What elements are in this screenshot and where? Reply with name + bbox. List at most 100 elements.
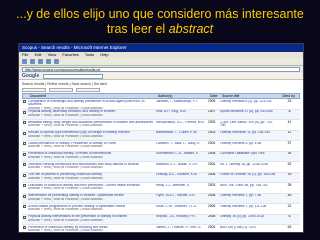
row-authors[interactable]: Reilly, J.J., Methven, E. (155, 183, 207, 193)
row-authors-text[interactable]: Rampersaud, G.C., Pereira, M.A. (156, 121, 206, 125)
row-authors[interactable]: Baranowski, T., Cullen, K.W. (155, 131, 207, 141)
row-authors[interactable]: Doak, C.M., Visscher, T.L.S. (155, 204, 207, 214)
row-source[interactable]: Obesity Reviews 7, pp. 7-66 (219, 194, 279, 204)
back-icon[interactable] (22, 59, 27, 64)
row-authors-text[interactable]: Lindsay, A.C., Sussner, K.M. (156, 173, 206, 177)
row-source-text[interactable]: BMJ 328 (7450), p. 1237 (220, 226, 278, 230)
row-cited-by[interactable]: 23 (279, 99, 300, 109)
row-source[interactable]: Obesity 16 (5), pp. 1009-1018 (219, 215, 279, 225)
google-search-input[interactable] (43, 73, 104, 79)
row-source[interactable]: Obesity Reviews 7, pp. 111-136 (219, 204, 279, 214)
row-action-links[interactable]: Abstract + Refs | View at Publisher | Sh… (28, 135, 154, 139)
row-cited-by[interactable]: 97 (279, 141, 300, 151)
row-source[interactable]: Obesity Reviews 6 (2), pp. 123-132 (219, 99, 279, 109)
row-action-links[interactable]: Abstract + Refs | View at Publisher | Sh… (28, 166, 154, 170)
menu-item[interactable]: View (48, 52, 57, 57)
stop-icon[interactable] (38, 59, 43, 64)
forward-icon[interactable] (30, 59, 35, 64)
header-authors[interactable]: Author(s) (156, 94, 208, 98)
row-source[interactable]: Sports Medicine 37 (6), pp. 533-545 (219, 110, 279, 120)
header-year[interactable]: Date (208, 94, 220, 98)
row-source[interactable]: BMJ 328 (7450), p. 1237 (219, 225, 279, 232)
row-authors-text[interactable]: Janssen, I., Katzmarzyk, P.T. (156, 100, 206, 104)
row-source[interactable]: Obesity Research 11, pp. 235-245 (219, 131, 279, 141)
row-authors[interactable]: James, J., Thomas, P., Kerr, D. (155, 225, 207, 232)
row-source-text[interactable]: Cochrane Database Syst. Rev. (220, 152, 278, 156)
row-action-links[interactable]: Abstract + Refs | View at Publisher | Sh… (28, 124, 154, 128)
row-cited-by[interactable]: 8 (279, 110, 300, 120)
row-authors-text[interactable]: Lobstein, T., Baur, L., Uauy, R. (156, 142, 206, 146)
row-authors-text[interactable]: James, J., Thomas, P., Kerr, D. (156, 226, 206, 230)
row-source-text[interactable]: Obesity Reviews 6 (2), pp. 123-132 (220, 100, 278, 104)
row-authors-text[interactable]: Doak, C.M., Visscher, T.L.S. (156, 205, 206, 209)
row-source-text[interactable]: Obesity Reviews 5, pp. 4-85 (220, 142, 278, 146)
row-cited-by[interactable]: 6 (279, 215, 300, 225)
row-cited-by[interactable]: 52 (279, 162, 300, 172)
row-authors-text[interactable]: Summerbell, C.D., Waters, E. (156, 152, 206, 156)
row-action-links[interactable]: Abstract + Refs | View at Publisher | Sh… (28, 198, 154, 202)
row-action-links[interactable]: Abstract + Refs | View at Publisher | Sh… (28, 187, 154, 191)
row-source-text[interactable]: J. Am. Diet. Assoc. 105 (5), pp. 743-760 (220, 121, 278, 129)
refresh-icon[interactable] (46, 59, 51, 64)
header-cited[interactable]: Cited by (280, 94, 299, 98)
row-action-links[interactable]: Abstract + Refs | View at Publisher | Sh… (28, 177, 154, 181)
filter-select[interactable] (22, 88, 46, 92)
row-source-text[interactable]: Sports Medicine 37 (6), pp. 533-545 (220, 110, 278, 114)
row-authors-text[interactable]: Kropski, J.A., Keckley, P.H. (156, 215, 206, 219)
row-cited-by[interactable]: 28 (279, 183, 300, 193)
menu-item[interactable]: Help (100, 52, 108, 57)
row-action-links[interactable]: Abstract + Refs | View at Publisher | Sh… (28, 229, 154, 232)
row-authors-text[interactable]: Reilly, J.J., Methven, E. (156, 184, 206, 188)
row-source[interactable]: Future of Children 16 (1), pp. 169-186 (219, 173, 279, 183)
menu-item[interactable]: Favorites (62, 52, 78, 57)
row-authors-text[interactable]: Baranowski, T., Cullen, K.W. (156, 131, 206, 135)
row-cited-by[interactable]: 45 (279, 194, 300, 204)
row-source-text[interactable]: Obesity 16 (5), pp. 1009-1018 (220, 215, 278, 219)
row-source-text[interactable]: Int. J. Obesity 28, pp. 1238-1246 (220, 163, 278, 167)
row-cited-by[interactable]: 12 (279, 131, 300, 141)
row-action-links[interactable]: Abstract + Refs | View at Publisher | Sh… (28, 114, 154, 118)
row-source-text[interactable]: Arch. Dis. Child. 88, pp. 748-752 (220, 184, 278, 188)
row-action-links[interactable]: Abstract + Refs | View at Publisher | Sh… (28, 107, 154, 108)
row-source-text[interactable]: Obesity Reviews 7, pp. 7-66 (220, 194, 278, 198)
row-action-links[interactable]: Abstract + Refs | View at Publisher | Sh… (28, 145, 154, 149)
row-action-links[interactable]: Abstract + Refs | View at Publisher | Sh… (28, 156, 154, 160)
row-authors-text[interactable]: Hills, A.P., King, N.A. (156, 110, 206, 114)
row-authors[interactable]: Lobstein, T., Baur, L., Uauy, R. (155, 141, 207, 151)
row-title-link[interactable]: Comparison of overweight and obesity pre… (28, 100, 154, 108)
row-authors[interactable]: Summerbell, C.D., Waters, E. (155, 152, 207, 162)
row-authors[interactable]: Janssen, I., Katzmarzyk, P.T. (155, 99, 207, 109)
row-authors-text[interactable]: Flynn, M.A.T., McNeil, D.A. (156, 194, 206, 198)
address-input[interactable]: http://www.scopus.com/scopus/results/res… (22, 67, 300, 72)
row-source[interactable]: Cochrane Database Syst. Rev. (219, 152, 279, 162)
row-cited-by[interactable]: 41 (279, 120, 300, 130)
row-cited-by[interactable]: 63 (279, 225, 300, 232)
row-source[interactable]: Int. J. Obesity 28, pp. 1238-1246 (219, 162, 279, 172)
row-cited-by[interactable]: 34 (279, 152, 300, 162)
row-authors-text[interactable]: Marshall, S.J., Biddle, S.J.H. (156, 163, 206, 167)
filter-select[interactable] (49, 88, 73, 92)
row-source-text[interactable]: Future of Children 16 (1), pp. 169-186 (220, 173, 278, 177)
row-authors[interactable]: Kropski, J.A., Keckley, P.H. (155, 215, 207, 225)
row-authors[interactable]: Hills, A.P., King, N.A. (155, 110, 207, 120)
row-source-text[interactable]: Obesity Reviews 7, pp. 111-136 (220, 205, 278, 209)
row-source[interactable]: Obesity Reviews 5, pp. 4-85 (219, 141, 279, 151)
row-cited-by[interactable]: 22 (279, 204, 300, 214)
row-source[interactable]: J. Am. Diet. Assoc. 105 (5), pp. 743-760 (219, 120, 279, 130)
row-authors[interactable]: Flynn, M.A.T., McNeil, D.A. (155, 194, 207, 204)
home-icon[interactable] (54, 59, 59, 64)
row-authors[interactable]: Marshall, S.J., Biddle, S.J.H. (155, 162, 207, 172)
row-source[interactable]: Arch. Dis. Child. 88, pp. 748-752 (219, 183, 279, 193)
menu-item[interactable]: File (22, 52, 28, 57)
row-source-text[interactable]: Obesity Research 11, pp. 235-245 (220, 131, 278, 135)
menu-item[interactable]: Tools (85, 52, 94, 57)
row-action-links[interactable]: Abstract + Refs | View at Publisher | Sh… (28, 219, 154, 223)
menu-item[interactable]: Edit (35, 52, 42, 57)
header-title[interactable]: Document (28, 94, 156, 98)
row-cited-by[interactable]: 19 (279, 173, 300, 183)
row-authors[interactable]: Lindsay, A.C., Sussner, K.M. (155, 173, 207, 183)
row-authors[interactable]: Rampersaud, G.C., Pereira, M.A. (155, 120, 207, 130)
header-source[interactable]: Source title (220, 94, 280, 98)
row-action-links[interactable]: Abstract + Refs | View at Publisher | Sh… (28, 208, 154, 212)
filter-select[interactable] (76, 88, 100, 92)
